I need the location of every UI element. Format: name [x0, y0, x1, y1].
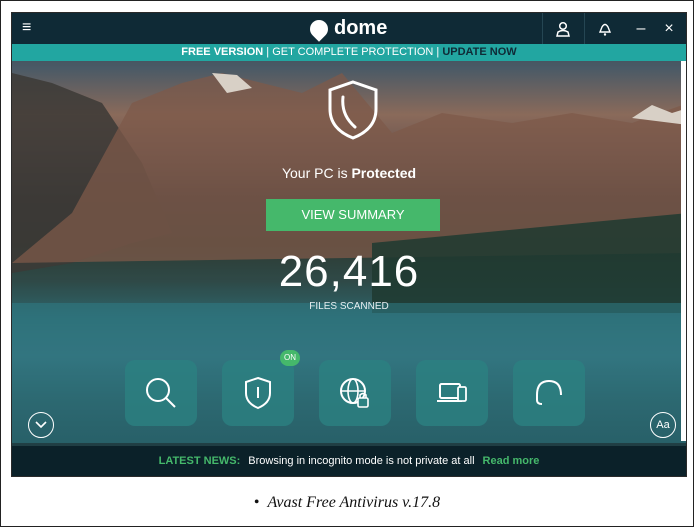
chevron-down-icon[interactable] [28, 412, 54, 438]
devices-tile[interactable] [416, 360, 488, 426]
headset-icon [536, 379, 562, 405]
logo-text: dome [334, 17, 388, 39]
web-protection-tile[interactable] [319, 360, 391, 426]
protection-tile[interactable]: ON [222, 350, 300, 426]
read-more-link[interactable]: Read more [483, 455, 540, 467]
get-protection-link[interactable]: GET COMPLETE PROTECTION [272, 46, 433, 58]
devices-icon [437, 383, 467, 402]
news-headline[interactable]: Browsing in incognito mode is not privat… [248, 455, 474, 467]
protection-status: Your PC is Protected [12, 165, 686, 181]
search-icon [146, 378, 176, 408]
caption-bullet: • [253, 494, 260, 511]
status-prefix: Your PC is [281, 165, 352, 181]
antivirus-window: ≡ dome – × FREE VERSION | GET COMPLETE P… [11, 12, 687, 477]
separator: | [433, 46, 443, 58]
globe-lock-icon [340, 378, 369, 408]
files-scanned-label: FILES SCANNED [309, 301, 389, 312]
scan-tile[interactable] [125, 360, 197, 426]
upgrade-banner: FREE VERSION | GET COMPLETE PROTECTION |… [12, 44, 686, 61]
title-bar: ≡ dome – × [12, 13, 686, 44]
bell-icon[interactable] [584, 13, 625, 44]
close-button[interactable]: × [654, 13, 684, 44]
view-summary-button[interactable]: VIEW SUMMARY [266, 199, 440, 231]
news-bar: LATEST NEWS: Browsing in incognito mode … [12, 446, 686, 476]
shield-status-icon [328, 80, 378, 140]
minimize-button[interactable]: – [626, 13, 656, 44]
separator: | [263, 46, 273, 58]
font-size-button[interactable]: Aa [650, 412, 676, 438]
support-tile[interactable] [513, 360, 585, 426]
user-icon[interactable] [542, 13, 583, 44]
on-badge: ON [280, 350, 300, 366]
scrollbar[interactable] [681, 61, 686, 441]
news-tag: LATEST NEWS: [158, 455, 241, 467]
shield-icon [245, 376, 271, 410]
feature-tiles: ON [125, 350, 585, 426]
files-scanned-count: 26,416 [278, 247, 420, 296]
free-version-label: FREE VERSION [181, 46, 264, 58]
dome-logo: dome [306, 15, 388, 42]
drop-logo-icon [306, 15, 332, 42]
hamburger-icon[interactable]: ≡ [22, 19, 40, 37]
figure-caption: • Avast Free Antivirus v.17.8 [0, 494, 694, 512]
status-state: Protected [351, 165, 417, 181]
caption-text: Avast Free Antivirus v.17.8 [267, 494, 441, 511]
update-now-link[interactable]: UPDATE NOW [442, 46, 516, 58]
